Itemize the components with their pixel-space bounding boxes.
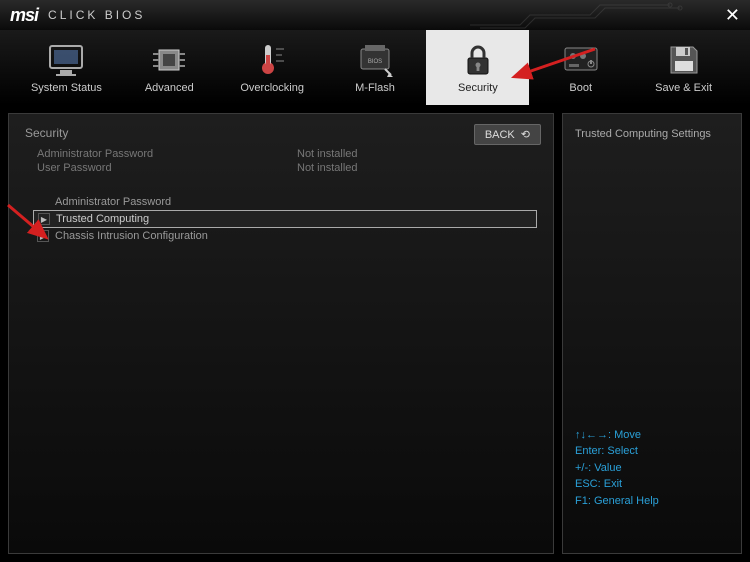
tab-boot[interactable]: Boot <box>529 30 632 105</box>
tab-label: M-Flash <box>355 82 395 94</box>
submenu-arrow-icon: ▶ <box>38 213 50 225</box>
close-icon[interactable]: ✕ <box>725 5 740 26</box>
tab-m-flash[interactable]: BIOS M-Flash <box>324 30 427 105</box>
help-keys: ↑↓←→: Move Enter: Select +/-: Value ESC:… <box>575 427 729 540</box>
brand-block: msi CLICK BIOS <box>10 5 145 26</box>
help-key-line: +/-: Value <box>575 460 729 477</box>
back-arrow-icon: ⟲ <box>521 128 530 141</box>
pw-value: Not installed <box>297 148 358 160</box>
help-key-line: ↑↓←→: Move <box>575 427 729 444</box>
tab-label: Security <box>458 82 498 94</box>
tab-label: Overclocking <box>240 82 304 94</box>
decor-lines <box>470 0 690 30</box>
tab-security[interactable]: Security <box>426 30 529 105</box>
submenu-arrow-icon: ▶ <box>37 230 49 242</box>
title-bar: msi CLICK BIOS ✕ <box>0 0 750 30</box>
pw-value: Not installed <box>297 162 358 174</box>
main-panel: BACK ⟲ Security Administrator Password N… <box>8 113 554 554</box>
tab-label: Boot <box>569 82 592 94</box>
svg-text:BIOS: BIOS <box>368 59 382 65</box>
tab-label: Save & Exit <box>655 82 712 94</box>
help-key-line: Enter: Select <box>575 443 729 460</box>
menu-admin-password[interactable]: Administrator Password <box>33 194 537 210</box>
tab-save-exit[interactable]: Save & Exit <box>632 30 735 105</box>
back-button[interactable]: BACK ⟲ <box>474 124 541 145</box>
tab-system-status[interactable]: System Status <box>15 30 118 105</box>
pw-row-user: User Password Not installed <box>37 162 537 174</box>
tab-label: Advanced <box>145 82 194 94</box>
msi-logo: msi <box>10 5 38 26</box>
menu-label: Administrator Password <box>55 196 171 208</box>
monitor-icon <box>44 42 88 78</box>
tab-label: System Status <box>31 82 102 94</box>
help-key-line: F1: General Help <box>575 493 729 510</box>
pw-label: User Password <box>37 162 297 174</box>
chip-icon <box>147 42 191 78</box>
pw-label: Administrator Password <box>37 148 297 160</box>
help-key-line: ESC: Exit <box>575 476 729 493</box>
section-title: Security <box>25 126 537 140</box>
pw-row-admin: Administrator Password Not installed <box>37 148 537 160</box>
lock-icon <box>456 42 500 78</box>
menu-chassis-intrusion[interactable]: ▶ Chassis Intrusion Configuration <box>33 228 537 244</box>
content-area: BACK ⟲ Security Administrator Password N… <box>0 105 750 562</box>
menu-label: Chassis Intrusion Configuration <box>55 230 208 242</box>
bios-title: CLICK BIOS <box>48 8 145 22</box>
disk-icon <box>662 42 706 78</box>
nav-tabs: System Status Advanced Overclocking BIOS… <box>0 30 750 105</box>
menu-trusted-computing[interactable]: ▶ Trusted Computing <box>33 210 537 228</box>
back-label: BACK <box>485 129 515 141</box>
tab-advanced[interactable]: Advanced <box>118 30 221 105</box>
help-title: Trusted Computing Settings <box>575 128 729 140</box>
help-panel: Trusted Computing Settings ↑↓←→: Move En… <box>562 113 742 554</box>
boot-icon <box>559 42 603 78</box>
menu-label: Trusted Computing <box>56 213 149 225</box>
flash-icon: BIOS <box>353 42 397 78</box>
tab-overclocking[interactable]: Overclocking <box>221 30 324 105</box>
thermometer-icon <box>250 42 294 78</box>
